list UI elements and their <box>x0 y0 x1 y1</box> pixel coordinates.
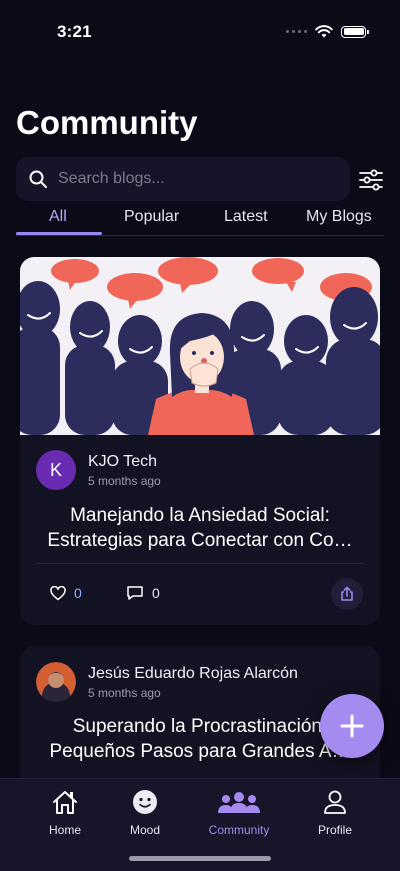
tab-all[interactable]: All <box>49 208 67 226</box>
nav-label: Home <box>48 823 81 837</box>
people-icon <box>218 792 260 813</box>
share-icon <box>341 586 353 601</box>
post-time: 5 months ago <box>88 685 161 700</box>
search-icon <box>29 170 47 188</box>
author-row[interactable]: Jesús Eduardo Rojas Alarcón 5 months ago <box>36 662 298 702</box>
author-row[interactable]: K KJO Tech 5 months ago <box>36 450 161 490</box>
home-icon <box>53 791 77 814</box>
status-time: 3:21 <box>57 22 92 41</box>
heart-icon <box>50 585 66 600</box>
avatar <box>36 662 76 702</box>
profile-icon <box>324 790 346 814</box>
nav-community[interactable]: Community <box>199 787 279 837</box>
battery-icon <box>341 25 369 38</box>
tab-latest[interactable]: Latest <box>224 208 268 226</box>
plus-icon <box>340 714 364 738</box>
share-button[interactable] <box>331 578 363 610</box>
status-bar: 3:21 <box>0 0 400 60</box>
signal-icon <box>286 30 307 33</box>
card-divider <box>36 563 364 564</box>
post-title[interactable]: Manejando la Ansiedad Social: Estrategia… <box>20 503 380 553</box>
comment-icon <box>127 586 143 600</box>
like-count: 0 <box>74 585 82 601</box>
nav-profile[interactable]: Profile <box>295 787 375 837</box>
smiley-icon <box>133 790 157 814</box>
author-name: KJO Tech <box>88 452 158 470</box>
status-icons <box>286 25 369 38</box>
page-title: Community <box>16 104 198 141</box>
tab-my-blogs[interactable]: My Blogs <box>306 208 372 226</box>
tab-popular[interactable]: Popular <box>124 208 179 226</box>
nav-label: Mood <box>129 823 161 837</box>
search-box[interactable] <box>16 157 350 201</box>
post-time: 5 months ago <box>88 473 161 488</box>
comment-button[interactable]: 0 <box>126 585 160 601</box>
like-button[interactable]: 0 <box>50 585 82 601</box>
comment-count: 0 <box>152 585 160 601</box>
tabs-divider <box>16 235 384 236</box>
active-tab-indicator <box>16 232 102 235</box>
blog-card[interactable]: K KJO Tech 5 months ago Manejando la Ans… <box>20 257 380 625</box>
nav-label: Profile <box>317 823 352 837</box>
avatar: K <box>36 450 76 490</box>
wifi-icon <box>315 25 333 38</box>
home-indicator <box>129 856 271 861</box>
nav-mood[interactable]: Mood <box>105 787 185 837</box>
nav-home[interactable]: Home <box>25 787 105 837</box>
author-name: Jesús Eduardo Rojas Alarcón <box>88 664 298 682</box>
filter-icon[interactable] <box>358 168 384 192</box>
create-post-button[interactable] <box>320 694 384 758</box>
post-cover-image <box>20 257 380 435</box>
nav-label: Community <box>208 823 270 837</box>
search-input[interactable] <box>56 169 330 189</box>
